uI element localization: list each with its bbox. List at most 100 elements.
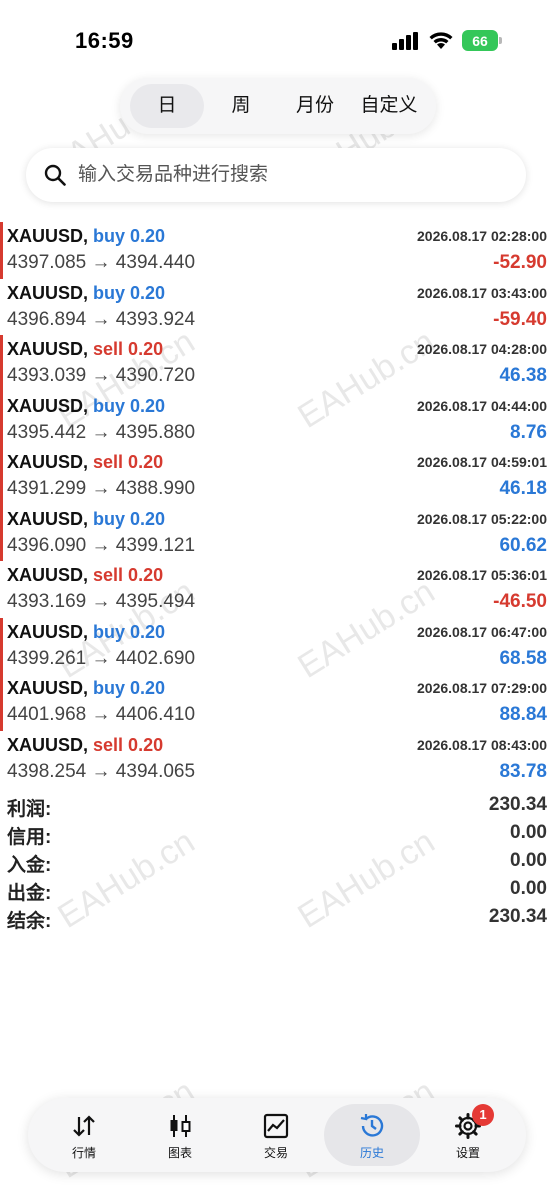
trade-symbol: XAUUSD, buy 0.20	[7, 678, 165, 699]
tab-day[interactable]: 日	[130, 84, 204, 128]
wifi-icon	[429, 32, 453, 49]
quotes-icon	[73, 1115, 95, 1137]
trade-profit: -59.40	[493, 308, 547, 330]
trade-row[interactable]: XAUUSD, buy 0.20 2026.08.17 03:43:00 4396.…	[0, 279, 553, 336]
trade-profit: 88.84	[499, 704, 547, 725]
trade-prices: 4401.968 → 4406.410	[7, 704, 196, 725]
trade-row[interactable]: XAUUSD, buy 0.20 2026.08.17 04:44:00 4395.…	[0, 391, 553, 448]
symbol-name: XAUUSD,	[7, 621, 89, 642]
nav-history[interactable]: 历史	[324, 1104, 420, 1166]
trade-time: 2026.08.17 03:43:00	[417, 284, 547, 301]
trade-row[interactable]: XAUUSD, buy 0.20 2026.08.17 07:29:00 4401.…	[0, 674, 553, 731]
summary-value: 0.00	[510, 850, 547, 871]
trade-time: 2026.08.17 04:28:00	[417, 341, 547, 357]
trade-prices: 4397.085 → 4394.440	[7, 252, 196, 273]
trade-marker	[0, 222, 3, 279]
tab-custom[interactable]: 自定义	[352, 84, 426, 128]
trade-side: buy 0.20	[93, 508, 166, 529]
status-time: 16:59	[75, 28, 134, 53]
trade-side: buy 0.20	[93, 678, 166, 698]
trade-prices: 4393.169 → 4395.494	[7, 591, 196, 612]
trade-side: buy 0.20	[93, 282, 166, 303]
trade-symbol: XAUUSD, buy 0.20	[7, 283, 165, 304]
period-tabs: 日 周 月份 自定义	[120, 78, 436, 134]
nav-chart[interactable]: 图表	[132, 1104, 228, 1166]
trade-symbol: XAUUSD, buy 0.20	[7, 622, 165, 643]
trade-side: buy 0.20	[93, 226, 166, 246]
trade-symbol: XAUUSD, sell 0.20	[7, 452, 163, 473]
history-icon	[360, 1114, 384, 1137]
trade-row[interactable]: XAUUSD, sell 0.20 2026.08.17 04:28:00 4393…	[0, 335, 553, 392]
trade-side: sell 0.20	[93, 734, 164, 755]
notification-badge: 1	[472, 1104, 494, 1126]
trade-marker	[0, 391, 3, 448]
trade-profit: 46.18	[499, 478, 547, 499]
trade-profit: 60.62	[499, 534, 547, 556]
trade-marker	[0, 448, 3, 505]
status-bar: 16:59 66	[0, 0, 553, 80]
trade-marker	[0, 335, 3, 392]
trade-side: buy 0.20	[93, 621, 166, 642]
symbol-name: XAUUSD,	[7, 734, 89, 755]
summary-value: 230.34	[488, 906, 547, 927]
symbol-name: XAUUSD,	[7, 395, 89, 416]
trade-prices: 4396.894 → 4393.924	[7, 308, 196, 330]
nav-label: 历史	[359, 1146, 384, 1160]
trade-time: 2026.08.17 05:36:01	[417, 567, 547, 583]
summary-row: 信用: 0.00	[0, 820, 553, 848]
chart-icon	[170, 1115, 191, 1137]
trade-side: sell 0.20	[93, 339, 164, 359]
trade-time: 2026.08.17 06:47:00	[417, 623, 547, 640]
nav-quotes[interactable]: 行情	[36, 1104, 132, 1166]
summary-value: 0.00	[510, 878, 547, 899]
symbol-name: XAUUSD,	[7, 508, 89, 529]
summary-value: 0.00	[510, 822, 547, 843]
trade-profit: -46.50	[493, 591, 547, 612]
trade-time: 2026.08.17 08:43:00	[417, 736, 547, 753]
trade-list: XAUUSD, buy 0.20 2026.08.17 02:28:00 4397.…	[0, 222, 553, 787]
trade-prices: 4398.254 → 4394.065	[7, 760, 196, 782]
signal-icon	[392, 32, 418, 50]
summary-label: 信用:	[7, 827, 52, 848]
trade-symbol: XAUUSD, buy 0.20	[7, 509, 165, 530]
trade-prices: 4399.261 → 4402.690	[7, 647, 196, 669]
trade-symbol: XAUUSD, sell 0.20	[7, 339, 163, 360]
summary-label: 利润:	[7, 799, 52, 820]
tab-week[interactable]: 周	[204, 84, 278, 128]
symbol-name: XAUUSD,	[7, 452, 89, 472]
nav-label: 行情	[71, 1146, 96, 1160]
trade-side: buy 0.20	[93, 395, 166, 416]
trade-prices: 4395.442 → 4395.880	[7, 421, 196, 443]
summary-row: 入金: 0.00	[0, 848, 553, 876]
symbol-name: XAUUSD,	[7, 226, 89, 246]
summary-row: 利润: 230.34	[0, 792, 553, 820]
battery-icon: 66	[462, 30, 502, 51]
nav-trade[interactable]: 交易	[228, 1104, 324, 1166]
trade-time: 2026.08.17 02:28:00	[417, 228, 547, 244]
trade-profit: 46.38	[499, 365, 547, 386]
symbol-name: XAUUSD,	[7, 565, 89, 585]
summary-row: 结余: 230.34	[0, 904, 553, 932]
search-input[interactable]	[78, 164, 498, 186]
nav-settings[interactable]: 1 设置	[420, 1104, 516, 1166]
trade-time: 2026.08.17 04:44:00	[417, 397, 547, 414]
trade-row[interactable]: XAUUSD, buy 0.20 2026.08.17 05:22:00 4396.…	[0, 504, 553, 561]
trade-row[interactable]: XAUUSD, sell 0.20 2026.08.17 05:36:01 4393…	[0, 561, 553, 618]
trade-row[interactable]: XAUUSD, buy 0.20 2026.08.17 06:47:00 4399.…	[0, 617, 553, 674]
trade-row[interactable]: XAUUSD, sell 0.20 2026.08.17 08:43:00 4398…	[0, 731, 553, 788]
symbol-name: XAUUSD,	[7, 282, 89, 303]
summary-value: 230.34	[488, 794, 547, 815]
trade-profit: 68.58	[499, 647, 547, 669]
tab-month[interactable]: 月份	[278, 84, 352, 128]
trade-side: sell 0.20	[93, 565, 164, 585]
summary: 利润: 230.34 信用: 0.00 入金: 0.00 出金: 0.00 结余: 230.34	[0, 792, 553, 932]
trade-time: 2026.08.17 04:59:01	[417, 454, 547, 470]
summary-row: 出金: 0.00	[0, 876, 553, 904]
search-box[interactable]	[26, 148, 526, 202]
trade-marker	[0, 617, 3, 674]
trade-side: sell 0.20	[93, 452, 164, 472]
trade-icon	[263, 1113, 289, 1139]
trade-row[interactable]: XAUUSD, buy 0.20 2026.08.17 02:28:00 4397.…	[0, 222, 553, 279]
trade-row[interactable]: XAUUSD, sell 0.20 2026.08.17 04:59:01 4391…	[0, 448, 553, 505]
trade-symbol: XAUUSD, buy 0.20	[7, 396, 165, 417]
